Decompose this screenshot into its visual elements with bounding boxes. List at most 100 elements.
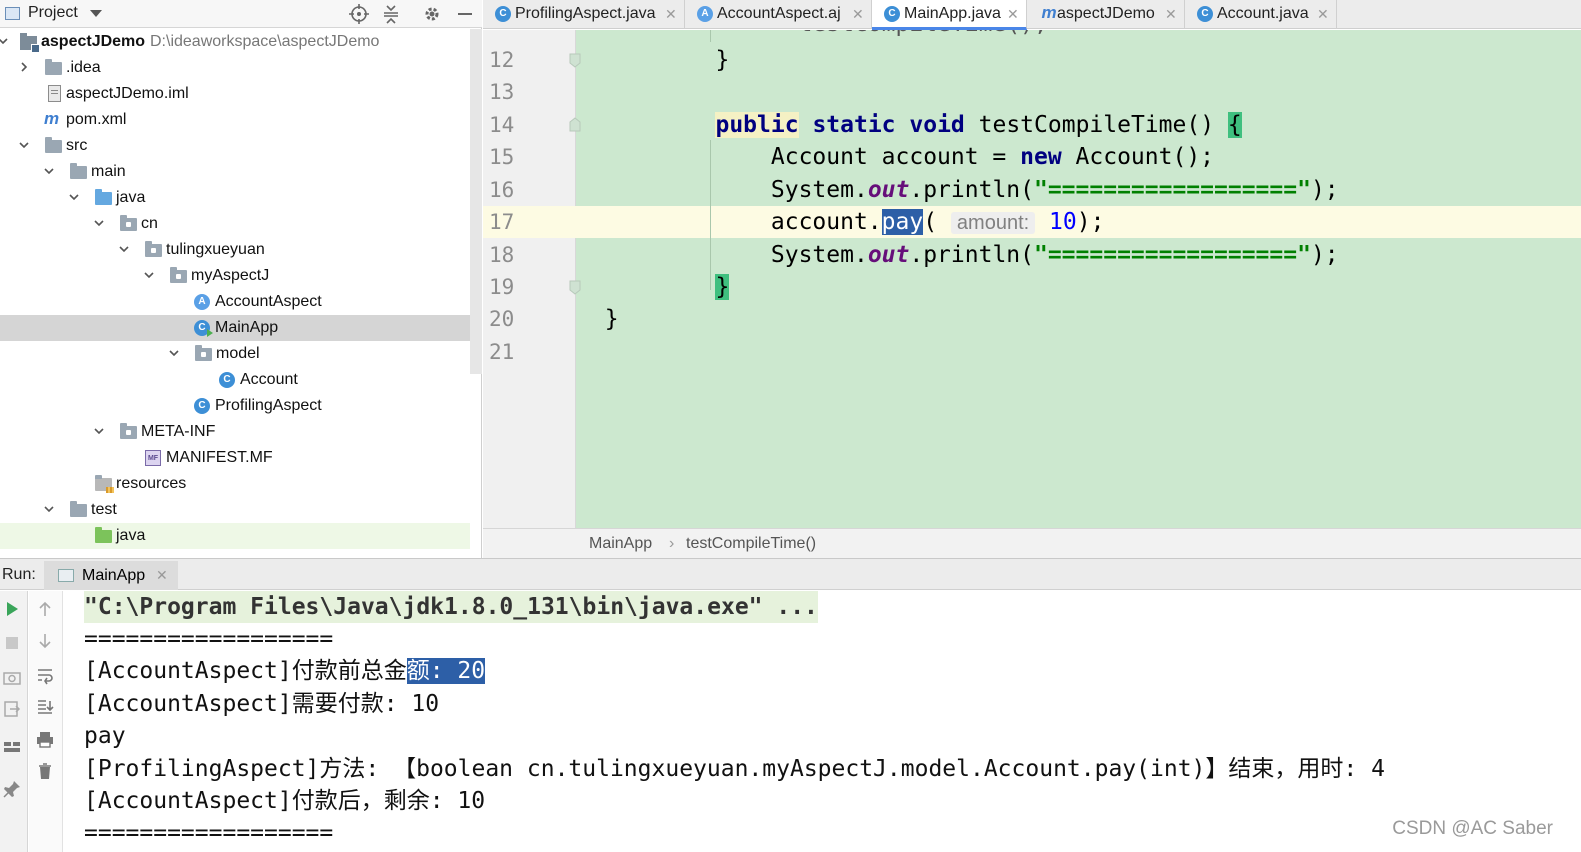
tab-label: AccountAspect.aj <box>717 5 841 22</box>
tab-account[interactable]: C Account.java ✕ <box>1185 0 1337 29</box>
code-token: System. <box>770 177 868 203</box>
matched-brace: { <box>1227 112 1242 138</box>
code-token: .println( <box>909 177 1034 203</box>
soft-wrap-icon[interactable] <box>35 665 55 685</box>
code-area[interactable]: testCompileTime(); 12 13 14 15 16 17 18 … <box>483 30 1581 528</box>
rerun-icon[interactable] <box>2 599 22 619</box>
aspect-icon: A <box>697 6 713 22</box>
trash-icon[interactable] <box>35 761 55 781</box>
tree-item-label: MANIFEST.MF <box>166 449 273 466</box>
tree-item-label: Account <box>240 371 298 388</box>
tree-item-resources[interactable]: resources <box>0 471 470 497</box>
package-icon <box>145 241 162 257</box>
close-icon[interactable]: ✕ <box>665 0 677 28</box>
watermark: CSDN @AC Saber <box>1392 818 1553 839</box>
chevron-down-icon[interactable] <box>94 426 104 436</box>
chevron-down-icon[interactable] <box>0 36 8 46</box>
layout-icon[interactable] <box>2 737 22 757</box>
tree-item-label: myAspectJ <box>191 267 270 284</box>
tree-item-account[interactable]: C Account <box>0 367 470 393</box>
chevron-down-icon[interactable] <box>19 140 29 150</box>
collapse-all-icon[interactable] <box>380 3 402 25</box>
arrow-down-icon[interactable] <box>35 631 55 651</box>
tree-item-myaspectj[interactable]: myAspectJ <box>0 263 470 289</box>
chevron-down-icon[interactable] <box>44 166 54 176</box>
tree-item-cn[interactable]: cn <box>0 211 470 237</box>
tree-item-profilingaspect[interactable]: C ProfilingAspect <box>0 393 470 419</box>
print-icon[interactable] <box>35 729 55 749</box>
chevron-down-icon[interactable] <box>44 504 54 514</box>
folder-icon <box>45 137 62 153</box>
breadcrumb-item-class[interactable]: MainApp <box>589 529 652 559</box>
folder-icon <box>70 501 87 517</box>
code-line-17: account.pay( amount: 10); <box>577 206 1581 238</box>
tab-profilingaspect[interactable]: C ProfilingAspect.java ✕ <box>483 0 685 29</box>
tree-item-mainapp[interactable]: C MainApp <box>0 315 470 341</box>
tree-item-pom[interactable]: m pom.xml <box>0 107 470 133</box>
tab-accountaspect[interactable]: A AccountAspect.aj ✕ <box>685 0 872 29</box>
tree-item-aspectjdemo[interactable]: aspectJDemo D:\ideaworkspace\aspectJDemo <box>0 29 470 55</box>
chevron-down-icon[interactable] <box>144 270 154 280</box>
chevron-down-icon[interactable] <box>94 218 104 228</box>
tree-item-meta-inf[interactable]: META-INF <box>0 419 470 445</box>
tab-label: ProfilingAspect.java <box>515 5 656 22</box>
tree-item-model[interactable]: model <box>0 341 470 367</box>
tree-item-iml[interactable]: aspectJDemo.iml <box>0 81 470 107</box>
tree-item-java-main[interactable]: java <box>0 185 470 211</box>
chevron-down-icon[interactable] <box>90 10 102 17</box>
tree-item-manifest[interactable]: MF MANIFEST.MF <box>0 445 470 471</box>
tree-item-src[interactable]: src <box>0 133 470 159</box>
tree-item-label: aspectJDemo.iml <box>66 85 189 102</box>
breadcrumb-item-method[interactable]: testCompileTime() <box>686 529 816 559</box>
code-token: Account(); <box>1075 144 1215 170</box>
arrow-up-icon[interactable] <box>35 599 55 619</box>
chevron-down-icon[interactable] <box>69 192 79 202</box>
test-source-folder-icon <box>95 527 112 543</box>
resources-folder-icon <box>95 475 114 493</box>
minimize-icon[interactable] <box>454 3 476 25</box>
code-line-18: System.out.println("==================")… <box>577 239 1581 271</box>
tree-item-main[interactable]: main <box>0 159 470 185</box>
console-line: pay <box>84 723 126 749</box>
tree-item-tulingxueyuan[interactable]: tulingxueyuan <box>0 237 470 263</box>
restore-layout-icon[interactable] <box>2 699 22 719</box>
locate-icon[interactable] <box>348 3 370 25</box>
code-number: 10 <box>1049 209 1077 235</box>
gear-icon[interactable] <box>421 3 443 25</box>
pin-icon[interactable] <box>2 779 22 799</box>
tree-scrollbar[interactable] <box>470 29 482 374</box>
close-icon[interactable]: ✕ <box>852 0 864 28</box>
tree-item-idea[interactable]: .idea <box>0 55 470 81</box>
code-keyword: new <box>1020 144 1062 170</box>
console-line: ================== <box>84 820 334 846</box>
stop-icon[interactable] <box>2 633 22 653</box>
close-icon[interactable]: ✕ <box>156 561 168 590</box>
scroll-to-end-icon[interactable] <box>35 697 55 717</box>
class-icon: C <box>194 398 210 414</box>
run-tab-mainapp[interactable]: MainApp ✕ <box>44 561 178 590</box>
camera-icon[interactable] <box>2 667 22 687</box>
line-number: 14 <box>489 113 515 137</box>
close-icon[interactable]: ✕ <box>1317 0 1329 28</box>
tab-aspectjdemo[interactable]: m aspectJDemo ✕ <box>1027 0 1185 29</box>
line-number: 13 <box>489 80 515 104</box>
package-icon <box>195 345 212 361</box>
code-token: } <box>715 47 730 73</box>
project-path-hint: D:\ideaworkspace\aspectJDemo <box>150 33 380 50</box>
tab-mainapp[interactable]: C MainApp.java ✕ <box>872 0 1027 30</box>
tree-item-label: resources <box>116 475 187 492</box>
console-output[interactable]: "C:\Program Files\Java\jdk1.8.0_131\bin\… <box>64 591 1581 852</box>
tree-item-accountaspect[interactable]: A AccountAspect <box>0 289 470 315</box>
project-view-title[interactable]: Project <box>28 4 78 22</box>
chevron-right-icon[interactable] <box>19 62 29 72</box>
indent-guide <box>710 30 711 42</box>
tree-item-test[interactable]: test <box>0 497 470 523</box>
close-icon[interactable]: ✕ <box>1165 0 1177 28</box>
chevron-down-icon[interactable] <box>169 348 179 358</box>
close-icon[interactable]: ✕ <box>1007 0 1019 28</box>
chevron-down-icon[interactable] <box>119 244 129 254</box>
tree-item-label: cn <box>141 215 158 232</box>
package-icon <box>170 267 187 283</box>
tree-item-java-test[interactable]: java <box>0 523 470 549</box>
line-number: 15 <box>489 145 515 169</box>
